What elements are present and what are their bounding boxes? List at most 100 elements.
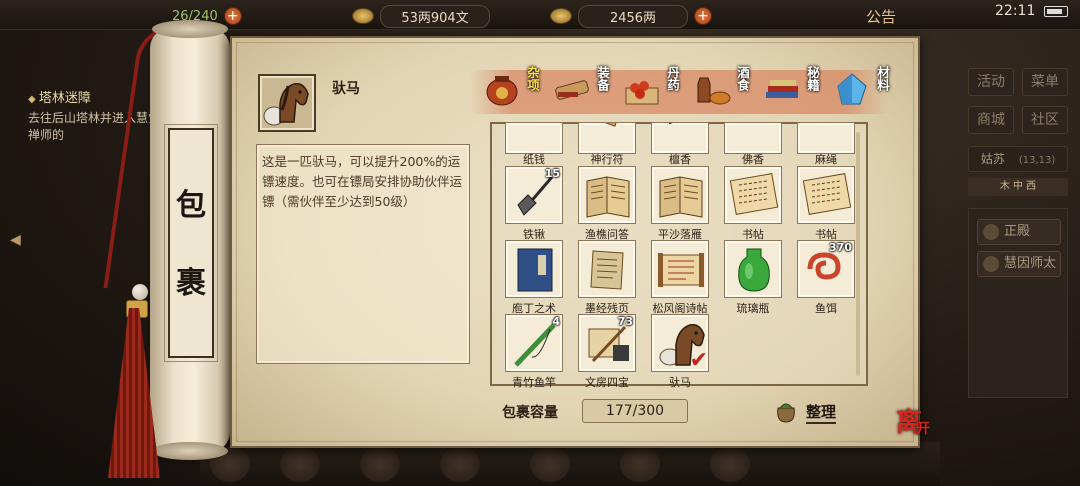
location-display[interactable]: 姑苏 (13,13) bbox=[968, 146, 1068, 172]
item-slot[interactable]: 15 bbox=[505, 166, 563, 224]
npc-label: 慧因师太 bbox=[1004, 256, 1057, 271]
scroll-cap-top bbox=[152, 20, 228, 38]
item-name: 佛香 bbox=[742, 153, 764, 166]
item-slot[interactable]: 73 bbox=[578, 314, 636, 372]
item-name: 麻绳 bbox=[815, 153, 837, 166]
npc-item-huiyin[interactable]: 慧因师太 bbox=[977, 251, 1061, 277]
jar-icon bbox=[482, 72, 522, 106]
title-char: 包 bbox=[176, 188, 206, 223]
battery-icon bbox=[1044, 6, 1068, 17]
item-description: 这是一匹驮马，可以提升200%的运镖速度。也可在镖局安排协助伙伴运镖（需伙伴至少… bbox=[262, 154, 463, 209]
item-slot[interactable] bbox=[578, 122, 636, 154]
bag-icon bbox=[777, 403, 795, 423]
npc-item-main-hall[interactable]: 正殿 bbox=[977, 219, 1061, 245]
gold-ingot-icon bbox=[550, 8, 572, 24]
capacity-label: 包裹容量 bbox=[502, 405, 558, 421]
dock-slot[interactable] bbox=[440, 446, 480, 482]
money-resource: 53两904文 bbox=[352, 4, 490, 28]
tab-3[interactable]: 酒食 bbox=[690, 62, 760, 112]
item-slot[interactable] bbox=[797, 122, 855, 154]
title-char: 裹 bbox=[176, 266, 206, 301]
tab-5[interactable]: 材料 bbox=[830, 62, 900, 112]
item-slot[interactable]: ✔ bbox=[651, 314, 709, 372]
tab-label: 装备 bbox=[595, 66, 610, 91]
compass-bar: 木 中 西 bbox=[968, 178, 1068, 196]
capacity-value: 177/300 bbox=[582, 399, 688, 423]
person-icon bbox=[983, 256, 999, 272]
close-label-sub: 开 bbox=[916, 421, 930, 437]
item-slot[interactable] bbox=[651, 122, 709, 154]
item-slot[interactable] bbox=[724, 166, 782, 224]
shop-button[interactable]: 商城 bbox=[968, 106, 1014, 134]
dock-slot[interactable] bbox=[620, 446, 660, 482]
add-gold-button[interactable]: + bbox=[694, 7, 712, 25]
item-slot[interactable] bbox=[505, 240, 563, 298]
add-capacity-button[interactable]: + bbox=[223, 7, 242, 25]
dock-slot[interactable] bbox=[360, 446, 400, 482]
item-slot[interactable] bbox=[578, 240, 636, 298]
item-slot[interactable] bbox=[651, 166, 709, 224]
item-quantity: 15 bbox=[544, 167, 560, 180]
collapse-arrow-icon[interactable]: ◀ bbox=[10, 232, 28, 252]
right-side-panel: 活动 菜单 商城 社区 姑苏 (13,13) 木 中 西 正殿 慧因师太 bbox=[962, 60, 1074, 480]
community-button[interactable]: 社区 bbox=[1022, 106, 1068, 134]
dock-slot[interactable] bbox=[280, 446, 320, 482]
item-name: 鱼饵 bbox=[815, 302, 837, 315]
location-coords: (13,13) bbox=[1018, 155, 1056, 166]
sword-icon bbox=[552, 72, 592, 106]
bottom-dock bbox=[200, 442, 940, 486]
dock-slot[interactable] bbox=[710, 446, 750, 482]
clock: 22:11 bbox=[995, 3, 1036, 19]
activity-button[interactable]: 活动 bbox=[968, 68, 1014, 96]
item-slot[interactable] bbox=[797, 166, 855, 224]
money-value: 53两904文 bbox=[380, 4, 490, 28]
sort-label: 整理 bbox=[806, 401, 837, 424]
item-slot[interactable] bbox=[651, 240, 709, 298]
tab-label: 酒食 bbox=[735, 66, 750, 91]
tab-1[interactable]: 装备 bbox=[550, 62, 620, 112]
wine-food-icon bbox=[692, 72, 732, 106]
tab-label: 材料 bbox=[875, 66, 890, 91]
horse-icon bbox=[263, 82, 309, 126]
menu-button[interactable]: 菜单 bbox=[1022, 68, 1068, 96]
item-slot[interactable] bbox=[724, 122, 782, 154]
notice-button[interactable]: 公告 bbox=[866, 6, 896, 27]
check-mark-icon: ✔ bbox=[689, 348, 708, 373]
close-button[interactable]: 离 开 bbox=[896, 400, 944, 448]
npc-list: 正殿 慧因师太 bbox=[968, 208, 1068, 398]
tab-label: 秘籍 bbox=[805, 66, 820, 91]
npc-label: 正殿 bbox=[1004, 224, 1031, 239]
item-name: 文房四宝 bbox=[585, 376, 629, 389]
tab-0[interactable]: 杂项 bbox=[480, 62, 550, 112]
item-slot[interactable] bbox=[724, 240, 782, 298]
item-slot[interactable] bbox=[578, 166, 636, 224]
item-grid-scrollbar[interactable] bbox=[856, 132, 860, 376]
pills-icon bbox=[622, 72, 662, 106]
gold-value: 2456两 bbox=[578, 4, 688, 28]
tab-label: 丹药 bbox=[665, 66, 680, 91]
building-icon bbox=[983, 224, 999, 240]
tab-2[interactable]: 丹药 bbox=[620, 62, 690, 112]
coin-icon bbox=[352, 8, 374, 24]
scroll-cap-bottom bbox=[152, 442, 228, 460]
item-name: 神行符 bbox=[590, 153, 624, 166]
tab-4[interactable]: 秘籍 bbox=[760, 62, 830, 112]
item-quantity: 73 bbox=[617, 315, 633, 328]
sort-button[interactable]: 整理 bbox=[772, 396, 848, 426]
item-slot[interactable]: 4 bbox=[505, 314, 563, 372]
item-name: 纸钱 bbox=[523, 153, 545, 166]
dock-slot[interactable] bbox=[530, 446, 570, 482]
location-name: 姑苏 bbox=[981, 152, 1006, 166]
item-quantity: 4 bbox=[552, 315, 560, 328]
item-name: 檀香 bbox=[669, 153, 691, 166]
jade-bead bbox=[132, 284, 148, 300]
books-icon bbox=[762, 72, 802, 106]
selected-item-frame bbox=[258, 74, 316, 132]
item-slot[interactable] bbox=[505, 122, 563, 154]
selected-item-name: 驮马 bbox=[332, 81, 360, 97]
item-slot[interactable]: 370 bbox=[797, 240, 855, 298]
item-name: 青竹鱼竿 bbox=[512, 376, 556, 389]
gold-resource: 2456两 + bbox=[550, 4, 712, 28]
item-name: 驮马 bbox=[669, 376, 691, 389]
item-quantity: 370 bbox=[829, 241, 852, 254]
